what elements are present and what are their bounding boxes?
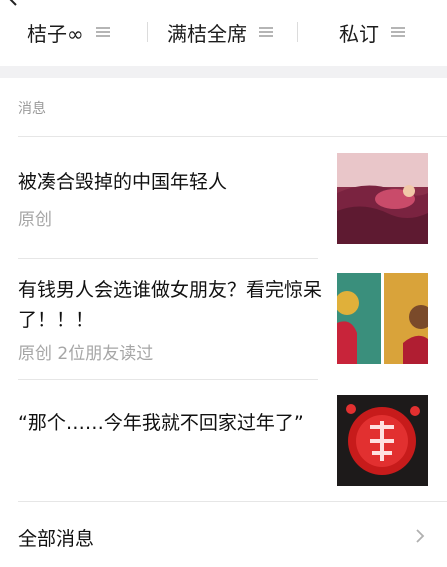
article-item[interactable]: 有钱男人会选谁做女朋友？看完惊呆了！！！ 原创 2位朋友读过 bbox=[0, 259, 447, 379]
menu-item-manjuquanxi[interactable]: 满桔全席 bbox=[167, 14, 273, 50]
article-item[interactable]: 被凑合毁掉的中国年轻人 原创 bbox=[0, 137, 447, 258]
menu-item-label: 私订 bbox=[339, 21, 379, 46]
article-title[interactable]: 有钱男人会选谁做女朋友？看完惊呆了！！！ bbox=[18, 275, 322, 335]
bottom-menu-bar: 桔子∞ 满桔全席 私订 bbox=[0, 0, 447, 66]
article-thumbnail[interactable] bbox=[337, 273, 428, 364]
article-thumbnail[interactable] bbox=[337, 395, 428, 486]
article-title[interactable]: 被凑合毁掉的中国年轻人 bbox=[18, 167, 322, 197]
menu-item-label: 满桔全席 bbox=[167, 21, 247, 46]
all-messages-label: 全部消息 bbox=[18, 528, 95, 550]
menu-lines-icon bbox=[391, 27, 405, 37]
article-meta: 原创 bbox=[18, 210, 52, 230]
section-title: 消息 bbox=[18, 101, 46, 117]
couple-on-sofa-illustration bbox=[337, 153, 428, 244]
article-item[interactable]: “那个……今年我就不回家过年了” bbox=[0, 380, 447, 501]
menu-separator bbox=[297, 22, 298, 42]
chevron-right-icon bbox=[416, 529, 425, 543]
two-women-illustration bbox=[337, 273, 428, 364]
article-meta: 原创 2位朋友读过 bbox=[18, 344, 154, 364]
red-fu-paper-cut bbox=[337, 395, 428, 486]
menu-item-label: 桔子∞ bbox=[27, 21, 84, 46]
article-thumbnail[interactable] bbox=[337, 153, 428, 244]
article-title[interactable]: “那个……今年我就不回家过年了” bbox=[18, 408, 322, 438]
section-gap bbox=[0, 66, 447, 78]
menu-item-juzi[interactable]: 桔子∞ bbox=[27, 14, 110, 50]
back-arrow-icon[interactable] bbox=[6, 0, 20, 6]
menu-lines-icon bbox=[259, 27, 273, 37]
menu-separator bbox=[147, 22, 148, 42]
all-messages-row[interactable]: 全部消息 bbox=[0, 502, 447, 567]
menu-item-siding[interactable]: 私订 bbox=[339, 14, 405, 50]
menu-lines-icon bbox=[95, 27, 110, 37]
